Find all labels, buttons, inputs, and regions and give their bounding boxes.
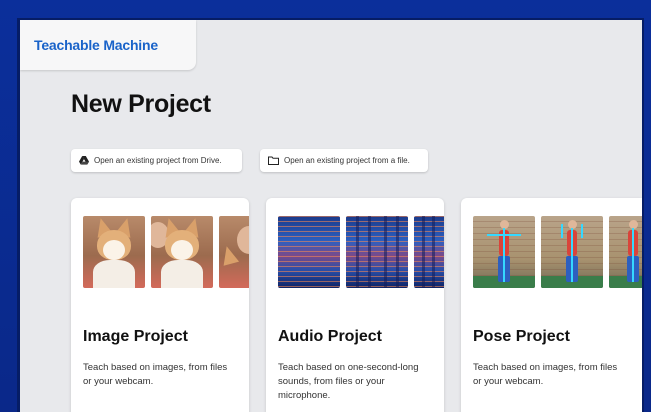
brand-tab[interactable]: Teachable Machine bbox=[20, 20, 196, 70]
audio-project-thumbnails bbox=[278, 216, 444, 288]
spectrogram-thumbnail bbox=[278, 216, 340, 288]
corgi-photo-thumbnail bbox=[151, 216, 213, 288]
spectrogram-thumbnail bbox=[346, 216, 408, 288]
outer-frame: Teachable Machine New Project Open an ex… bbox=[0, 0, 651, 412]
corgi-photo-thumbnail bbox=[83, 216, 145, 288]
card-title: Image Project bbox=[83, 328, 188, 345]
pose-photo-thumbnail bbox=[473, 216, 535, 288]
page-title: New Project bbox=[71, 90, 211, 118]
pose-project-card[interactable]: Pose Project Teach based on images, from… bbox=[461, 198, 642, 412]
google-drive-icon bbox=[79, 156, 89, 165]
person-photo-thumbnail bbox=[219, 216, 249, 288]
brand-name: Teachable Machine bbox=[34, 37, 158, 53]
open-from-file-button[interactable]: Open an existing project from a file. bbox=[260, 149, 428, 172]
card-description: Teach based on one-second-long sounds, f… bbox=[278, 362, 419, 401]
folder-icon bbox=[268, 156, 279, 165]
image-project-thumbnails bbox=[83, 216, 249, 288]
open-from-drive-label: Open an existing project from Drive. bbox=[94, 156, 222, 165]
card-description: Teach based on images, from files or you… bbox=[83, 362, 228, 387]
card-title: Audio Project bbox=[278, 328, 383, 345]
app-screen: Teachable Machine New Project Open an ex… bbox=[17, 18, 644, 412]
image-project-card[interactable]: Image Project Teach based on images, fro… bbox=[71, 198, 249, 412]
pose-photo-thumbnail bbox=[609, 216, 642, 288]
pose-project-thumbnails bbox=[473, 216, 642, 288]
open-from-drive-button[interactable]: Open an existing project from Drive. bbox=[71, 149, 242, 172]
card-description: Teach based on images, from files or you… bbox=[473, 362, 618, 387]
spectrogram-thumbnail bbox=[414, 216, 444, 288]
card-title: Pose Project bbox=[473, 328, 570, 345]
audio-project-card[interactable]: Audio Project Teach based on one-second-… bbox=[266, 198, 444, 412]
pose-photo-thumbnail bbox=[541, 216, 603, 288]
open-from-file-label: Open an existing project from a file. bbox=[284, 156, 410, 165]
